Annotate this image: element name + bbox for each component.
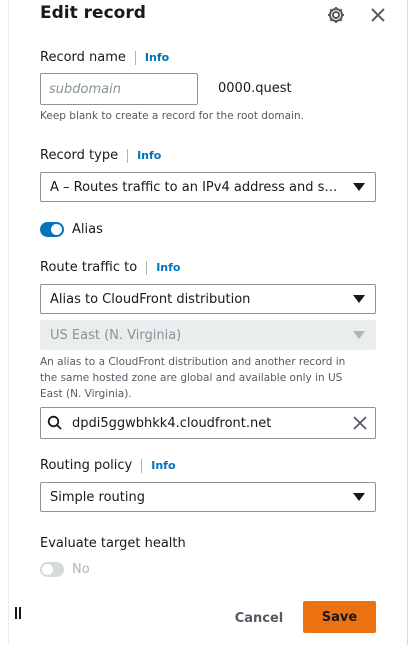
gear-icon[interactable]: [326, 5, 346, 25]
routing-policy-label: Routing policy Info: [40, 458, 176, 473]
endpoint-type-select[interactable]: Alias to CloudFront distribution: [40, 284, 376, 314]
routing-policy-info-link[interactable]: Info: [151, 459, 175, 472]
domain-suffix: 0000.quest: [218, 81, 292, 96]
record-type-info-link[interactable]: Info: [137, 149, 161, 162]
separator: [146, 260, 148, 275]
record-name-hint: Keep blank to create a record for the ro…: [40, 110, 304, 122]
caret-down-icon: [353, 183, 365, 191]
caret-down-icon: [353, 295, 365, 303]
record-type-select[interactable]: A – Routes traffic to an IPv4 address an…: [40, 172, 376, 202]
target-health-label: Evaluate target health: [40, 536, 186, 551]
alias-note-line-2: the same hosted zone are global and avai…: [40, 372, 343, 384]
routing-policy-label-text: Routing policy: [40, 458, 133, 473]
routing-policy-value: Simple routing: [50, 489, 145, 505]
close-icon[interactable]: [369, 6, 387, 24]
record-type-label: Record type Info: [40, 148, 161, 163]
caret-down-icon: [353, 331, 365, 339]
alias-global-note: An alias to a CloudFront distribution an…: [40, 354, 345, 402]
record-name-placeholder: subdomain: [49, 81, 121, 97]
alias-label: Alias: [72, 222, 103, 237]
save-button[interactable]: Save: [303, 601, 376, 633]
alias-note-line-3: East (N. Virginia).: [40, 388, 132, 400]
separator: [127, 148, 129, 163]
distribution-value: dpdi5ggwbhkk4.cloudfront.net: [72, 415, 272, 431]
record-type-label-text: Record type: [40, 148, 119, 163]
region-select: US East (N. Virginia): [40, 320, 376, 350]
endpoint-type-value: Alias to CloudFront distribution: [50, 291, 251, 307]
distribution-search-input[interactable]: dpdi5ggwbhkk4.cloudfront.net: [40, 407, 376, 439]
alias-note-line-1: An alias to a CloudFront distribution an…: [40, 356, 346, 368]
record-type-value: A – Routes traffic to an IPv4 address an…: [50, 179, 340, 195]
route-traffic-label: Route traffic to Info: [40, 260, 180, 275]
panel-title: Edit record: [40, 3, 146, 23]
target-health-value: No: [72, 562, 90, 577]
left-gutter: [0, 0, 9, 645]
separator: [141, 458, 143, 473]
alias-toggle[interactable]: [40, 222, 64, 237]
routing-policy-select[interactable]: Simple routing: [40, 482, 376, 512]
route-traffic-label-text: Route traffic to: [40, 260, 138, 275]
toggle-knob: [51, 224, 62, 235]
caret-down-icon: [353, 493, 365, 501]
toggle-knob: [42, 564, 53, 575]
clear-icon[interactable]: [353, 416, 367, 430]
route-traffic-info-link[interactable]: Info: [156, 261, 180, 274]
search-icon: [47, 415, 62, 430]
target-health-toggle: [40, 562, 64, 577]
record-name-label: Record name Info: [40, 50, 169, 65]
separator: [134, 50, 136, 65]
cancel-button[interactable]: Cancel: [228, 603, 290, 633]
record-name-input[interactable]: subdomain: [40, 73, 198, 105]
record-name-label-text: Record name: [40, 50, 126, 65]
panel-edge: [407, 0, 418, 645]
record-name-info-link[interactable]: Info: [145, 51, 169, 64]
resize-handle-icon[interactable]: [15, 607, 21, 619]
region-value: US East (N. Virginia): [50, 327, 182, 343]
